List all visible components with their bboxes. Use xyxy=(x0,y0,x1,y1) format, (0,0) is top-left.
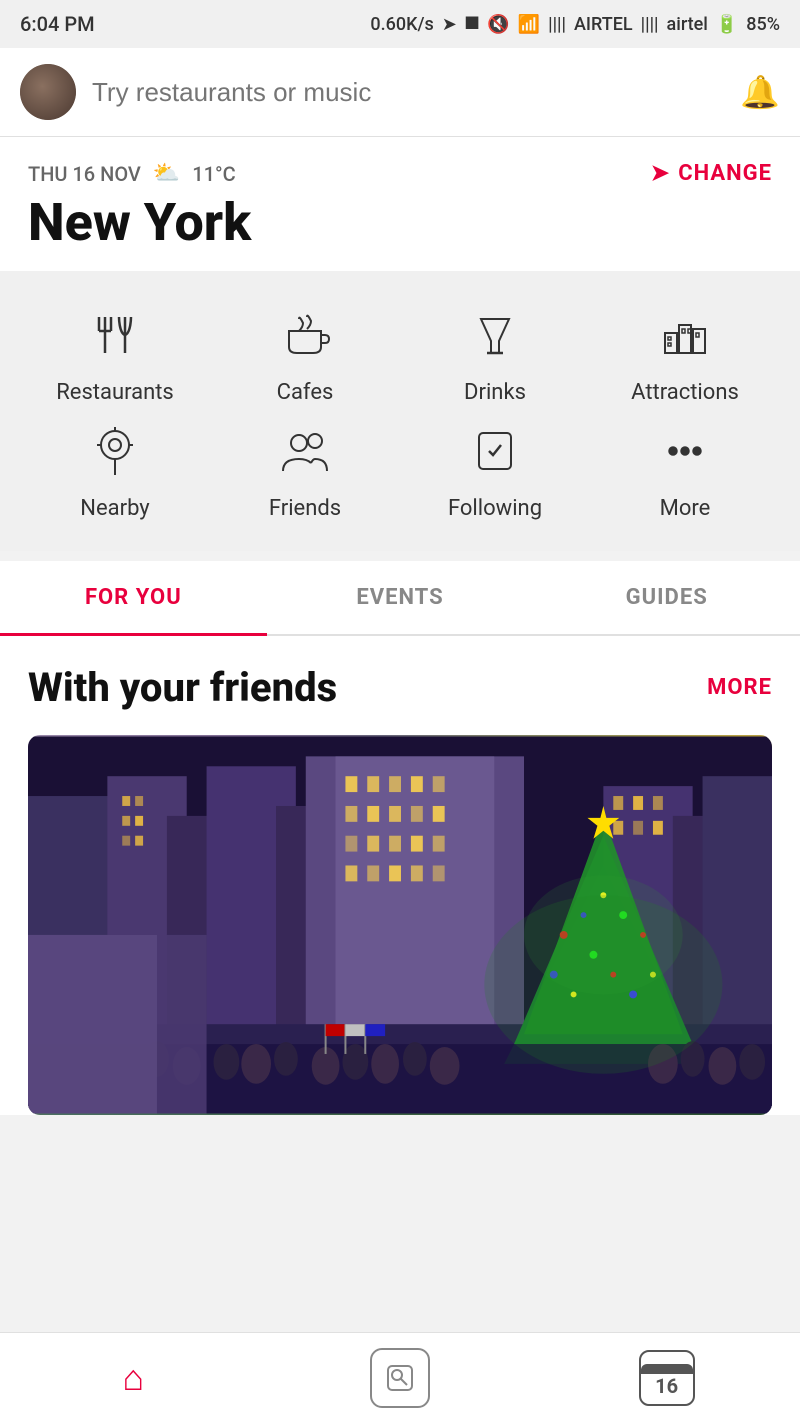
section-title: With your friends xyxy=(28,664,337,711)
attractions-label: Attractions xyxy=(631,380,739,405)
categories-section: Restaurants Cafes Drinks xyxy=(0,279,800,551)
mute-icon: 🔇 xyxy=(487,14,509,35)
nav-home[interactable]: ⌂ xyxy=(93,1348,173,1408)
tab-for-you[interactable]: FOR YOU xyxy=(0,561,267,634)
divider-1 xyxy=(0,271,800,279)
category-following[interactable]: Following xyxy=(415,425,575,521)
drinks-icon xyxy=(469,309,521,368)
category-nearby[interactable]: Nearby xyxy=(35,425,195,521)
category-attractions[interactable]: Attractions xyxy=(605,309,765,405)
avatar-image xyxy=(20,64,76,120)
notification-bell-icon[interactable]: 🔔 xyxy=(740,73,780,111)
home-icon: ⌂ xyxy=(122,1357,144,1399)
more-button[interactable]: MORE xyxy=(707,675,772,700)
cafes-icon xyxy=(279,309,331,368)
city-name: New York xyxy=(28,194,772,251)
friends-icon xyxy=(279,425,331,484)
status-right: 0.60K/s ➤ ⯀ 🔇 📶 |||| AIRTEL |||| airtel … xyxy=(370,14,780,35)
weather-cloud-icon: ⛅ xyxy=(153,161,180,186)
section-header: With your friends MORE xyxy=(28,664,772,711)
card-image xyxy=(28,735,772,1115)
drinks-label: Drinks xyxy=(464,380,526,405)
nearby-label: Nearby xyxy=(80,496,149,521)
search-nav-icon xyxy=(370,1348,430,1408)
location-arrow-icon: ➤ xyxy=(651,161,670,186)
temperature-text: 11°C xyxy=(192,162,235,186)
nearby-icon xyxy=(89,425,141,484)
nav-calendar[interactable]: 16 xyxy=(627,1348,707,1408)
category-friends[interactable]: Friends xyxy=(225,425,385,521)
status-bar: 6:04 PM 0.60K/s ➤ ⯀ 🔇 📶 |||| AIRTEL ||||… xyxy=(0,0,800,48)
signal-icon2: |||| xyxy=(641,14,659,35)
nav-search[interactable] xyxy=(360,1348,440,1408)
battery-level: 85% xyxy=(746,14,780,35)
category-drinks[interactable]: Drinks xyxy=(415,309,575,405)
carrier1: AIRTEL xyxy=(574,14,633,35)
tab-events[interactable]: EVENTS xyxy=(267,561,534,634)
location-section: THU 16 NOV ⛅ 11°C ➤ CHANGE New York xyxy=(0,137,800,271)
search-input[interactable] xyxy=(92,77,724,108)
tabs-section: FOR YOU EVENTS GUIDES xyxy=(0,561,800,636)
categories-row-2: Nearby Friends Following xyxy=(20,425,780,521)
calendar-date: 16 xyxy=(655,1376,678,1396)
signal-icon1: |||| xyxy=(548,14,566,35)
location-date-row: THU 16 NOV ⛅ 11°C ➤ CHANGE xyxy=(28,161,772,186)
friends-label: Friends xyxy=(269,496,341,521)
battery-icon: 🔋 xyxy=(716,14,738,35)
following-label: Following xyxy=(448,496,542,521)
restaurants-icon xyxy=(89,309,141,368)
category-restaurants[interactable]: Restaurants xyxy=(35,309,195,405)
date-text: THU 16 NOV xyxy=(28,162,141,186)
carrier2: airtel xyxy=(667,14,708,35)
search-bar-container: 🔔 xyxy=(0,48,800,137)
tab-guides[interactable]: GUIDES xyxy=(533,561,800,634)
cafes-label: Cafes xyxy=(277,380,334,405)
network-speed: 0.60K/s xyxy=(370,14,433,35)
featured-image-card[interactable] xyxy=(28,735,772,1115)
bottom-navigation: ⌂ 16 xyxy=(0,1332,800,1422)
more-icon xyxy=(659,425,711,484)
more-label: More xyxy=(660,496,711,521)
category-more[interactable]: More xyxy=(605,425,765,521)
content-section: With your friends MORE xyxy=(0,636,800,1115)
status-time: 6:04 PM xyxy=(20,12,95,36)
change-label: CHANGE xyxy=(678,161,772,186)
calendar-header xyxy=(641,1364,693,1374)
change-location-button[interactable]: ➤ CHANGE xyxy=(651,161,772,186)
user-avatar[interactable] xyxy=(20,64,76,120)
attractions-icon xyxy=(659,309,711,368)
wifi-icon: 📶 xyxy=(518,14,540,35)
bluetooth-icon: ⯀ xyxy=(465,14,479,35)
bottom-spacer xyxy=(0,1115,800,1215)
categories-row-1: Restaurants Cafes Drinks xyxy=(20,309,780,405)
following-icon xyxy=(469,425,521,484)
restaurants-label: Restaurants xyxy=(56,380,174,405)
date-weather: THU 16 NOV ⛅ 11°C xyxy=(28,161,236,186)
category-cafes[interactable]: Cafes xyxy=(225,309,385,405)
nav-arrow-icon: ➤ xyxy=(442,14,457,35)
calendar-nav-icon: 16 xyxy=(639,1350,695,1406)
